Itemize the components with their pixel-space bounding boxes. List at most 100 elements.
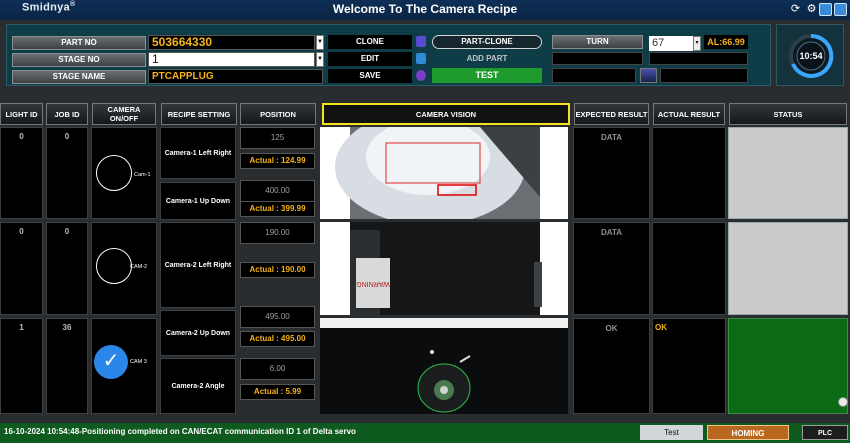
- light-id-cell: 1: [0, 318, 43, 414]
- clone-button[interactable]: CLONE: [328, 35, 412, 49]
- clock-time: 10:54: [799, 51, 823, 61]
- light-id-value: 0: [19, 227, 24, 236]
- camera-3-image: [320, 318, 568, 414]
- camera-off-toggle[interactable]: [96, 248, 132, 284]
- recipe-name: Camera-1 Left Right: [164, 149, 232, 157]
- header-job-id: JOB ID: [46, 103, 88, 125]
- actual-result-value: OK: [655, 323, 667, 332]
- camera-2-frame: WARNING: [320, 222, 568, 315]
- position-actual-value: Actual : 5.99: [240, 384, 315, 400]
- expected-result-value: DATA: [600, 228, 623, 237]
- position-set-value[interactable]: 495.00: [240, 306, 315, 328]
- stage-name-field[interactable]: PTCAPPLUG: [148, 69, 323, 84]
- stage-no-dropdown[interactable]: ▼: [316, 52, 324, 67]
- aux-field-1: [552, 52, 643, 65]
- plc-button[interactable]: PLC: [802, 425, 848, 440]
- status-cell-1: [728, 127, 848, 219]
- recipe-item[interactable]: Camera-2 Angle: [160, 358, 236, 414]
- stage-name-label: STAGE NAME: [12, 70, 146, 84]
- recipe-item[interactable]: Camera-1 Left Right: [160, 127, 236, 179]
- homing-button[interactable]: HOMING: [707, 425, 789, 440]
- camera-label: CAM-2: [130, 264, 148, 270]
- position-actual-value: Actual : 399.99: [240, 201, 315, 217]
- part-no-dropdown[interactable]: ▼: [316, 35, 324, 50]
- status-test-button[interactable]: Test: [640, 425, 703, 440]
- header-actual-result: ACTUAL RESULT: [653, 103, 725, 125]
- job-id-cell: 0: [46, 127, 88, 219]
- turn-value-spinner[interactable]: ▾: [693, 36, 701, 51]
- test-button[interactable]: TEST: [432, 68, 542, 83]
- window-icon[interactable]: [819, 3, 832, 16]
- aux-field-2: [649, 52, 748, 65]
- edit-button[interactable]: EDIT: [328, 52, 412, 66]
- position-set-value[interactable]: 125: [240, 127, 315, 149]
- light-id-value: 1: [19, 323, 24, 332]
- header-camera-vision: CAMERA VISION: [322, 103, 570, 125]
- position-actual-value: Actual : 495.00: [240, 331, 315, 347]
- camera-off-toggle[interactable]: [96, 155, 132, 191]
- add-part-button[interactable]: ADD PART: [432, 52, 542, 66]
- aux-field-3: [552, 68, 636, 83]
- part-clone-button[interactable]: PART-CLONE: [432, 35, 542, 49]
- light-id-cell: 0: [0, 222, 43, 315]
- recipe-item[interactable]: Camera-2 Up Down: [160, 310, 236, 356]
- job-id-cell: 36: [46, 318, 88, 414]
- refresh-icon[interactable]: ⟳: [789, 3, 802, 16]
- camera-2-image: WARNING: [320, 222, 568, 315]
- actual-result-cell: OK: [652, 318, 726, 414]
- expected-result-value: DATA: [600, 133, 623, 142]
- clone-icon[interactable]: [416, 36, 426, 47]
- camera-1-frame: [320, 127, 568, 219]
- camera-label: CAM 3: [130, 359, 147, 365]
- recipe-item[interactable]: Camera-2 Left Right: [160, 222, 236, 308]
- job-id-value: 0: [64, 227, 70, 236]
- position-set-value[interactable]: 6.00: [240, 358, 315, 380]
- recipe-name: Camera-1 Up Down: [165, 197, 231, 205]
- position-set-value[interactable]: 190.00: [240, 222, 315, 244]
- save-icon[interactable]: [416, 70, 426, 81]
- save-button[interactable]: SAVE: [328, 69, 412, 83]
- part-no-field[interactable]: 503664330: [148, 35, 315, 50]
- status-message: 16-10-2024 10:54:48-Positioning complete…: [4, 427, 356, 436]
- camera-on-check-icon[interactable]: ✓: [94, 345, 128, 379]
- position-set-value[interactable]: 400.00: [240, 180, 315, 202]
- recipe-name: Camera-2 Up Down: [165, 329, 231, 337]
- status-cell-2: [728, 222, 848, 315]
- edit-icon[interactable]: [416, 53, 426, 64]
- camera-toggle-cell[interactable]: ✓ CAM 3: [91, 318, 157, 414]
- header-position: POSITION: [240, 103, 316, 125]
- clock-widget: 10:54: [776, 24, 844, 86]
- expected-result-cell: DATA: [573, 127, 650, 219]
- job-id-value: 0: [64, 132, 70, 141]
- light-id-cell: 0: [0, 127, 43, 219]
- camera-1-image: [320, 127, 568, 219]
- camera-3-frame: [320, 318, 568, 414]
- settings-icon[interactable]: ⚙: [805, 3, 818, 16]
- header-status: STATUS: [729, 103, 847, 125]
- header-camera-onoff: CAMERA ON/OFF: [92, 103, 156, 125]
- camera-toggle-cell[interactable]: CAM-2: [91, 222, 157, 315]
- camera-thumbnail-icon[interactable]: [640, 68, 657, 83]
- al-value-display: AL:66.99: [704, 35, 748, 49]
- stage-no-label: STAGE NO: [12, 53, 146, 67]
- position-actual-value: Actual : 190.00: [240, 262, 315, 278]
- actual-result-cell: [652, 127, 726, 219]
- expected-result-value: OK: [605, 324, 618, 333]
- stage-no-field[interactable]: 1: [148, 52, 315, 67]
- turn-button[interactable]: TURN: [552, 35, 643, 49]
- aux-field-4: [660, 68, 748, 83]
- scroll-indicator-icon[interactable]: [838, 397, 848, 407]
- recipe-item[interactable]: Camera-1 Up Down: [160, 182, 236, 220]
- warning-label: WARNING: [356, 280, 390, 287]
- job-id-cell: 0: [46, 222, 88, 315]
- expected-result-cell: DATA: [573, 222, 650, 315]
- camera-label: Cam-1: [134, 172, 151, 178]
- job-id-value: 36: [62, 323, 72, 332]
- app-window: Smidnya® Welcome To The Camera Recipe ⟳ …: [0, 0, 850, 443]
- light-id-value: 0: [19, 132, 24, 141]
- close-icon[interactable]: [834, 3, 847, 16]
- camera-toggle-cell[interactable]: Cam-1: [91, 127, 157, 219]
- position-actual-value: Actual : 124.99: [240, 153, 315, 169]
- recipe-name: Camera-2 Left Right: [164, 261, 232, 269]
- window-title: Welcome To The Camera Recipe: [332, 2, 518, 16]
